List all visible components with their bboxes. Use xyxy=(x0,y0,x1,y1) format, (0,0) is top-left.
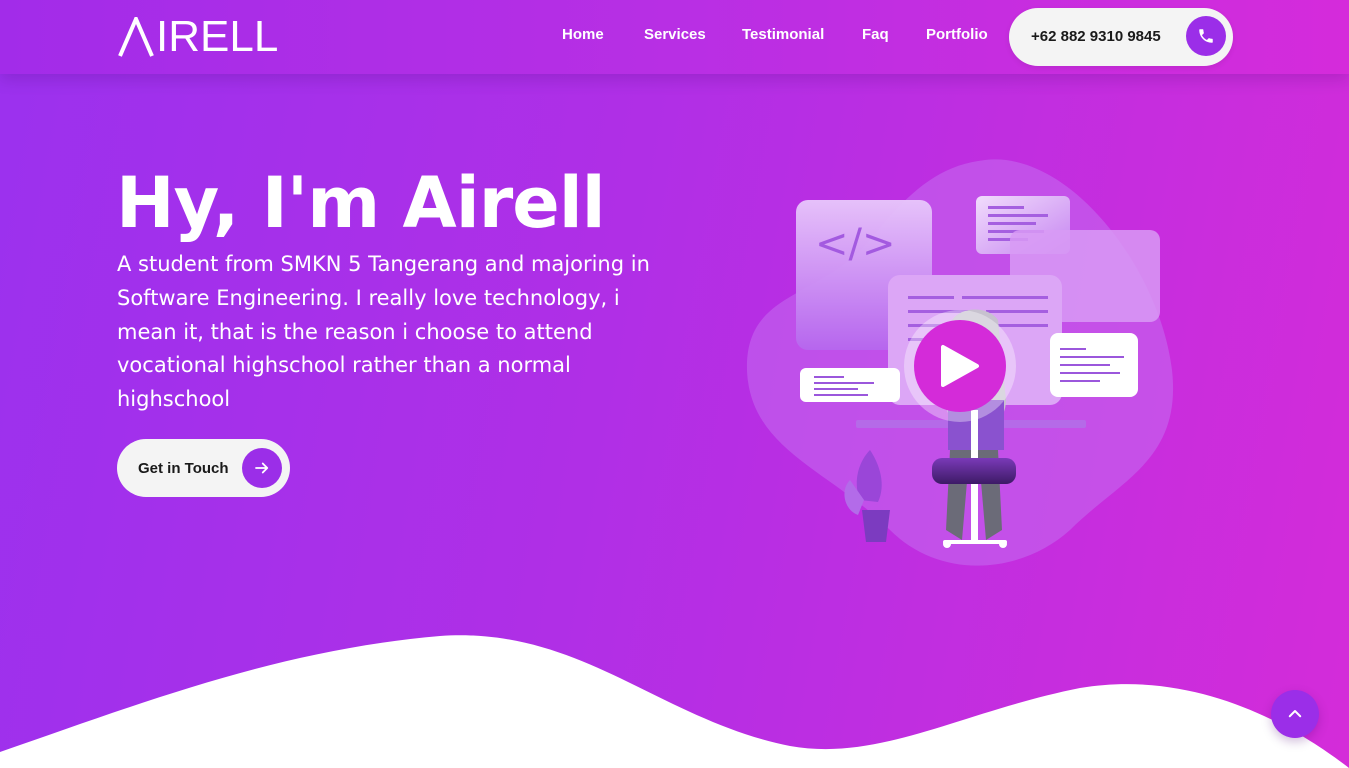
cta-icon-circle xyxy=(242,448,282,488)
code-symbol: </> xyxy=(815,221,896,267)
play-video-button[interactable] xyxy=(904,310,1016,422)
nav-home[interactable]: Home xyxy=(562,26,604,43)
hero-illustration: </> xyxy=(746,159,1174,566)
back-to-top-button[interactable] xyxy=(1271,690,1319,738)
hero-wave-divider xyxy=(0,635,1349,768)
phone-icon xyxy=(1199,29,1213,43)
hero-title: Hy, I'm Airell xyxy=(116,162,606,244)
nav-portfolio[interactable]: Portfolio xyxy=(926,26,988,43)
site-header: IRELL Home Services Testimonial Faq Port… xyxy=(0,0,1349,74)
phone-number: +62 882 9310 9845 xyxy=(1031,28,1161,45)
hero-description: A student from SMKN 5 Tangerang and majo… xyxy=(117,252,650,412)
nav-faq[interactable]: Faq xyxy=(862,26,889,43)
arrow-right-icon xyxy=(255,462,269,474)
phone-icon-circle xyxy=(1186,16,1226,56)
get-in-touch-button[interactable]: Get in Touch xyxy=(117,439,290,497)
chevron-up-icon xyxy=(1288,710,1302,718)
nav-testimonial[interactable]: Testimonial xyxy=(742,26,824,43)
phone-button[interactable]: +62 882 9310 9845 xyxy=(1009,8,1233,66)
nav-services[interactable]: Services xyxy=(644,26,706,43)
cta-label: Get in Touch xyxy=(138,460,229,477)
